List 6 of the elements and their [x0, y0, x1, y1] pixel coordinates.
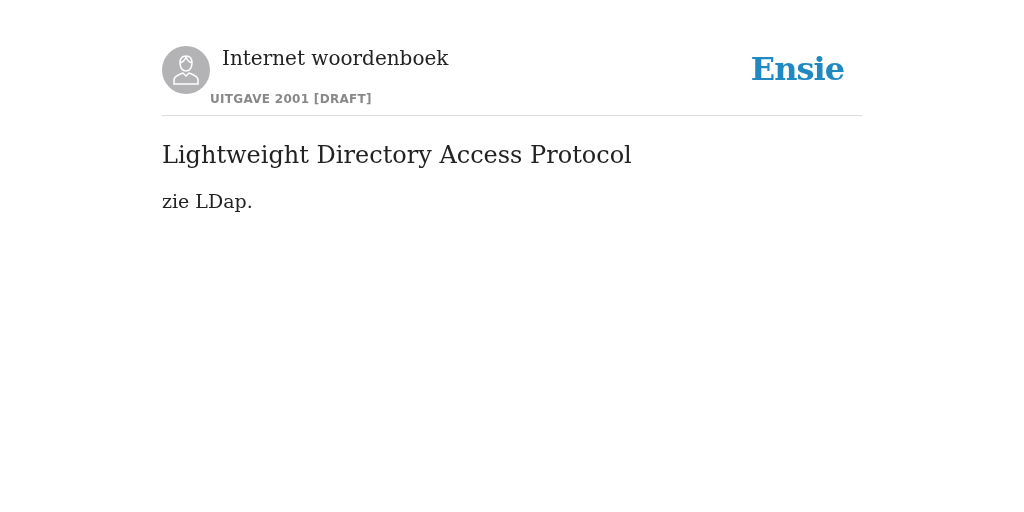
avatar-icon	[162, 46, 210, 94]
entry-term: Lightweight Directory Access Protocol	[162, 140, 633, 170]
entry-definition: zie LDap.	[162, 190, 254, 212]
dictionary-title[interactable]: Internet woordenboek	[222, 46, 449, 70]
edition-label: UITGAVE 2001 [DRAFT]	[210, 92, 373, 106]
site-logo[interactable]: Ensie	[750, 50, 844, 88]
